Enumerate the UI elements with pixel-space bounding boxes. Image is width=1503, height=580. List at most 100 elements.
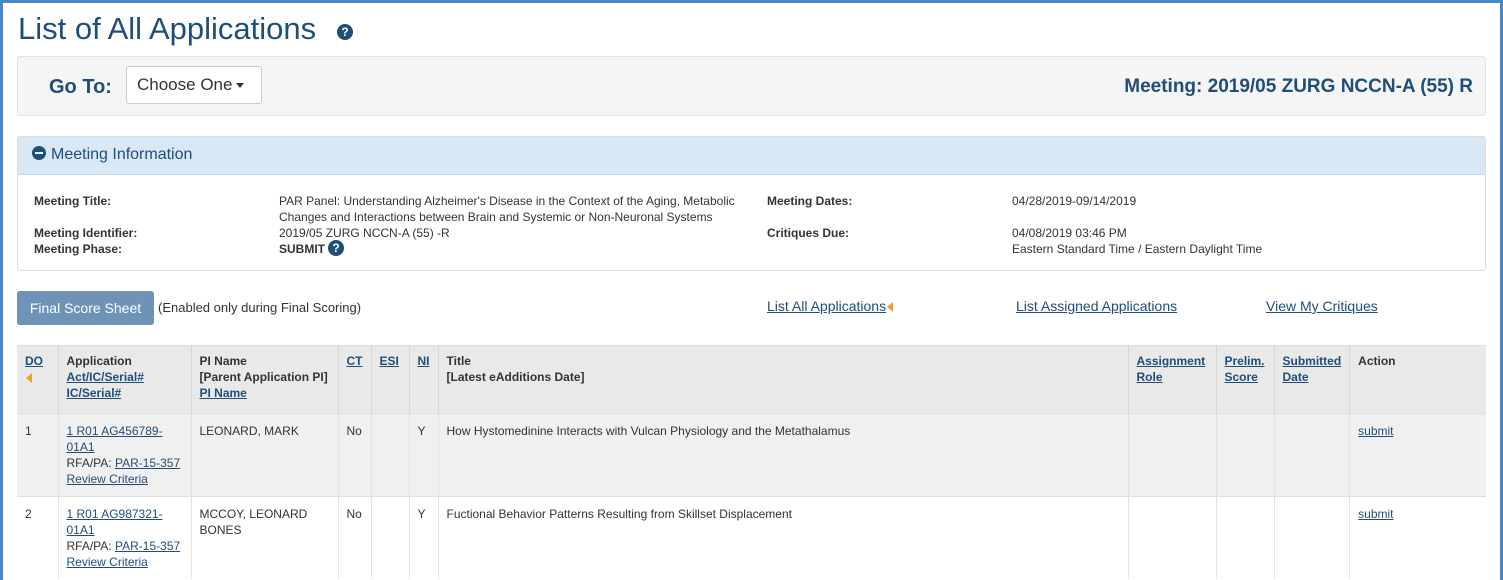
col-title: Title [Latest eAdditions Date] <box>438 345 1129 414</box>
submit-link[interactable]: submit <box>1358 507 1393 521</box>
assignment-header-line1: Assignment <box>1136 354 1206 368</box>
review-criteria-link[interactable]: Review Criteria <box>67 472 148 486</box>
caret-down-icon <box>236 83 245 89</box>
cell-prelim-score <box>1216 413 1275 497</box>
pi-name-line2: BONES <box>199 523 242 537</box>
cell-assignment-role <box>1128 413 1217 497</box>
sort-do-link[interactable]: DO <box>25 354 43 368</box>
critiques-due-value: 04/08/2019 03:46 PM <box>1012 226 1127 240</box>
application-number-line2: 01A1 <box>66 523 95 537</box>
col-pi-label: PI Name <box>199 354 247 368</box>
sort-submitted-date-link[interactable]: Submitted Date <box>1283 354 1342 384</box>
meeting-identifier-label: Meeting Identifier: <box>34 226 138 240</box>
meeting-dates-value: 04/28/2019-09/14/2019 <box>1012 194 1137 208</box>
list-all-applications-link[interactable]: List All Applications <box>767 298 886 314</box>
sort-ni-link[interactable]: NI <box>418 354 430 368</box>
rfa-label: RFA/PA: <box>66 539 112 553</box>
col-esi: ESI <box>371 345 410 414</box>
help-icon[interactable]: ? <box>337 24 353 40</box>
cell-do: 2 <box>17 496 59 579</box>
prelim-header-line2: Score <box>1224 370 1258 384</box>
page-title: List of All Applications <box>18 11 317 46</box>
cell-action: submit <box>1349 413 1486 497</box>
view-my-critiques-link[interactable]: View My Critiques <box>1266 298 1378 314</box>
cell-pi-name: LEONARD, MARK <box>191 413 339 497</box>
cell-ct: No <box>338 496 372 579</box>
cell-ni: Y <box>409 413 439 497</box>
meeting-info-toggle[interactable]: Meeting Information <box>18 137 1485 175</box>
col-action: Action <box>1349 345 1486 414</box>
current-page-indicator-icon <box>887 302 893 312</box>
cell-esi <box>371 413 410 497</box>
sort-pi-name-link[interactable]: PI Name <box>200 386 247 400</box>
cell-ni: Y <box>409 496 439 579</box>
meeting-phase-label: Meeting Phase: <box>34 242 123 256</box>
application-number-link[interactable]: 1 R01 AG456789- 01A1 <box>67 424 163 454</box>
app-frame: List of All Applications ? Go To: Choose… <box>0 0 1503 580</box>
collapse-minus-icon <box>32 146 46 160</box>
col-title-label: Title <box>446 354 471 368</box>
goto-select[interactable]: Choose One <box>126 66 262 104</box>
goto-panel: Go To: Choose One Meeting: 2019/05 ZURG … <box>17 56 1486 116</box>
submitted-header-line1: Submitted <box>1282 354 1342 368</box>
col-pi-name: PI Name [Parent Application PI] PI Name <box>191 345 339 414</box>
final-score-note: (Enabled only during Final Scoring) <box>158 300 362 315</box>
applications-table: DO Application Act/IC/Serial# IC/Serial#… <box>17 345 1486 579</box>
prelim-header-line1: Prelim. <box>1224 354 1265 368</box>
rfa-link[interactable]: PAR-15-357 <box>115 456 180 470</box>
cell-action: submit <box>1349 496 1486 579</box>
col-action-label: Action <box>1358 354 1396 368</box>
sort-ic-serial-link[interactable]: IC/Serial# <box>67 386 122 400</box>
col-pi-parent-label: [Parent Application PI] <box>199 370 328 384</box>
sort-assignment-role-link[interactable]: Assignment Role <box>1137 354 1206 384</box>
meeting-identifier-value: 2019/05 ZURG NCCN-A (55) -R <box>279 226 450 240</box>
rfa-label: RFA/PA: <box>66 456 112 470</box>
application-number-line1: 1 R01 AG456789- <box>66 424 163 438</box>
cell-pi-name: MCCOY, LEONARD BONES <box>191 496 339 579</box>
assignment-header-line2: Role <box>1136 370 1163 384</box>
phase-help-icon[interactable]: ? <box>328 240 344 256</box>
final-score-sheet-button[interactable]: Final Score Sheet <box>17 291 154 325</box>
cell-do: 1 <box>17 413 59 497</box>
col-application-label: Application <box>66 354 132 368</box>
col-ni: NI <box>409 345 439 414</box>
sort-ct-link[interactable]: CT <box>347 354 363 368</box>
cell-title: Fuctional Behavior Patterns Resulting fr… <box>438 496 1129 579</box>
meeting-dates-label: Meeting Dates: <box>767 194 853 208</box>
col-assignment-role: Assignment Role <box>1128 345 1217 414</box>
pi-name-line1: MCCOY, LEONARD <box>199 507 308 521</box>
table-row: 2 1 R01 AG987321- 01A1 RFA/PA: PAR-15-357… <box>17 496 1486 579</box>
cell-application: 1 R01 AG456789- 01A1 RFA/PA: PAR-15-357 R… <box>58 413 192 497</box>
sort-indicator-icon <box>26 372 32 383</box>
meeting-phase-value: SUBMIT <box>279 242 325 256</box>
critiques-due-label: Critiques Due: <box>767 226 850 240</box>
cell-submitted-date <box>1274 496 1351 579</box>
cell-ct: No <box>338 413 372 497</box>
cell-application: 1 R01 AG987321- 01A1 RFA/PA: PAR-15-357 R… <box>58 496 192 579</box>
sort-act-ic-serial-link[interactable]: Act/IC/Serial# <box>67 370 144 384</box>
goto-select-value: Choose One <box>137 75 233 94</box>
application-number-line1: 1 R01 AG987321- <box>66 507 163 521</box>
col-do: DO <box>17 345 59 414</box>
table-header-row: DO Application Act/IC/Serial# IC/Serial#… <box>17 345 1486 414</box>
col-ct: CT <box>338 345 372 414</box>
cell-submitted-date <box>1274 413 1351 497</box>
rfa-link[interactable]: PAR-15-357 <box>115 539 180 553</box>
review-criteria-link[interactable]: Review Criteria <box>67 555 148 569</box>
submit-link[interactable]: submit <box>1358 424 1393 438</box>
table-row: 1 1 R01 AG456789- 01A1 RFA/PA: PAR-15-357… <box>17 413 1486 497</box>
list-assigned-applications-link[interactable]: List Assigned Applications <box>1016 298 1177 314</box>
col-prelim-score: Prelim. Score <box>1216 345 1275 414</box>
cell-assignment-role <box>1128 496 1217 579</box>
col-submitted-date: Submitted Date <box>1274 345 1351 414</box>
meeting-info-panel: Meeting Information Meeting Title: PAR P… <box>17 136 1486 271</box>
submitted-header-line2: Date <box>1282 370 1309 384</box>
sort-esi-link[interactable]: ESI <box>380 354 399 368</box>
cell-esi <box>371 496 410 579</box>
cell-title: How Hystomedinine Interacts with Vulcan … <box>438 413 1129 497</box>
application-number-link[interactable]: 1 R01 AG987321- 01A1 <box>67 507 163 537</box>
sort-prelim-score-link[interactable]: Prelim. Score <box>1225 354 1265 384</box>
cell-prelim-score <box>1216 496 1275 579</box>
meeting-title-line1: PAR Panel: Understanding Alzheimer's Dis… <box>279 194 735 208</box>
meeting-title-line2: Changes and Interactions between Brain a… <box>279 210 713 224</box>
